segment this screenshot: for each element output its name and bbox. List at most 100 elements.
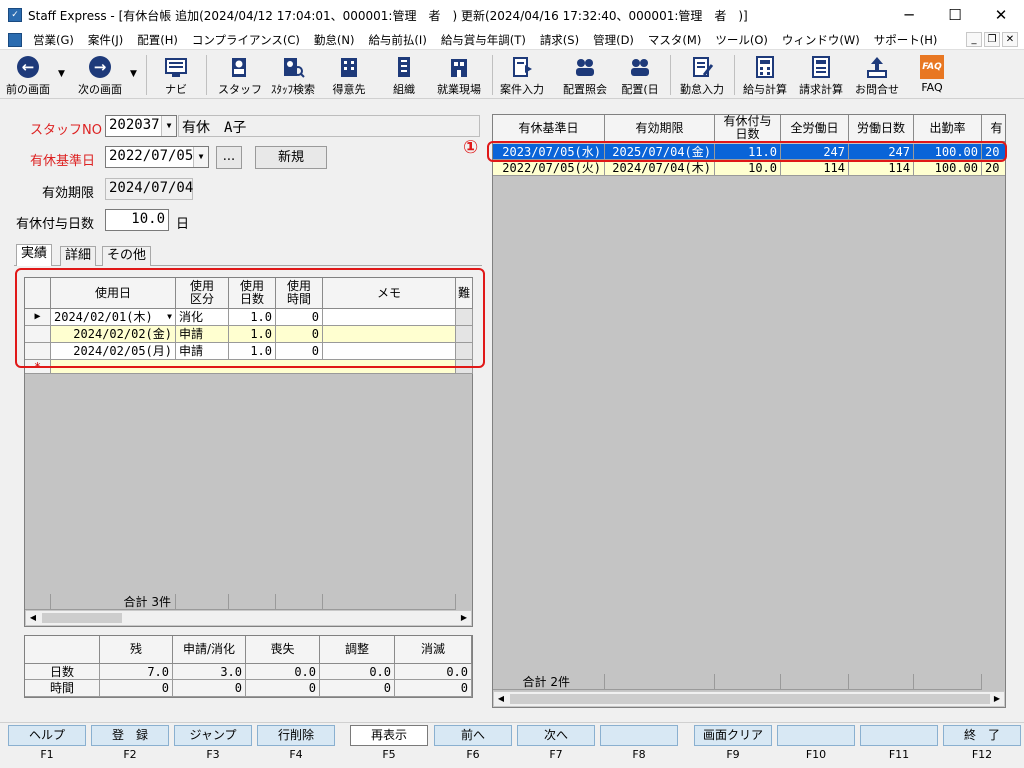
- col-header-all-workdays[interactable]: 全労働日: [781, 115, 849, 142]
- menu-case[interactable]: 案件(J): [81, 32, 130, 48]
- arrow-right-icon: →: [89, 56, 111, 78]
- f8-button[interactable]: [600, 725, 678, 746]
- worksite-button[interactable]: 就業現場: [432, 53, 486, 97]
- col-header-workdays[interactable]: 労働日数: [849, 115, 914, 142]
- mdi-minimize-button[interactable]: _: [966, 32, 982, 47]
- summary-header-lost: 喪失: [246, 636, 320, 664]
- case-input-button[interactable]: 案件入力: [496, 53, 548, 97]
- scroll-left-icon[interactable]: ◀: [26, 611, 40, 625]
- grant-valid-cell[interactable]: 2024/07/04(木): [605, 160, 715, 176]
- f2-register-button[interactable]: 登 録: [91, 725, 169, 746]
- prev-screen-label: 前の画面: [6, 83, 50, 96]
- navi-icon: [165, 58, 187, 77]
- col-header-base-date[interactable]: 有休基準日: [493, 115, 605, 142]
- chevron-down-icon[interactable]: ▼: [161, 116, 176, 136]
- grant-work-cell[interactable]: 114: [849, 160, 914, 176]
- assign-query-label: 配置照会: [563, 83, 607, 96]
- grant-more-cell[interactable]: 20: [982, 160, 1005, 176]
- f3-jump-button[interactable]: ジャンプ: [174, 725, 252, 746]
- menu-advance-pay[interactable]: 給与前払(I): [361, 32, 433, 48]
- f1-help-button[interactable]: ヘルプ: [8, 725, 86, 746]
- payroll-button[interactable]: 給与計算: [740, 53, 790, 97]
- inquiry-button[interactable]: お問合せ: [852, 53, 902, 97]
- f5-refresh-button[interactable]: 再表示: [350, 725, 428, 746]
- mdi-close-button[interactable]: ✕: [1002, 32, 1018, 47]
- grant-grid-hscroll[interactable]: ◀ ▶: [493, 691, 1005, 707]
- f7-next-button[interactable]: 次へ: [517, 725, 595, 746]
- f11-button[interactable]: [860, 725, 938, 746]
- scroll-thumb[interactable]: [42, 613, 122, 623]
- menu-admin[interactable]: 管理(D): [586, 32, 641, 48]
- assign-day-label: 配置(日: [621, 83, 659, 96]
- billing-button[interactable]: 請求計算: [796, 53, 846, 97]
- grant-all-cell[interactable]: 114: [781, 160, 849, 176]
- client-button[interactable]: 得意先: [328, 53, 370, 97]
- attendance-button[interactable]: 勤怠入力: [676, 53, 728, 97]
- f10-button[interactable]: [777, 725, 855, 746]
- browse-button[interactable]: ...: [216, 146, 242, 169]
- menu-payroll[interactable]: 給与賞与年調(T): [434, 32, 533, 48]
- toolbar-separator: [146, 55, 147, 95]
- menu-attendance[interactable]: 勤怠(N): [307, 32, 362, 48]
- prev-dropdown-icon[interactable]: ▼: [58, 69, 65, 79]
- staff-name-value: 有休 A子: [182, 120, 247, 136]
- menu-support[interactable]: サポート(H): [867, 32, 945, 48]
- f4-delete-row-button[interactable]: 行削除: [257, 725, 335, 746]
- menu-window[interactable]: ウィンドウ(W): [775, 32, 867, 48]
- close-button[interactable]: ✕: [978, 0, 1024, 30]
- menu-assign[interactable]: 配置(H): [130, 32, 185, 48]
- new-button[interactable]: 新規: [255, 146, 327, 169]
- usage-grid-hscroll[interactable]: ◀ ▶: [25, 610, 472, 626]
- assign-day-button[interactable]: 配置(日: [618, 53, 662, 97]
- staff-button[interactable]: スタッフ: [218, 53, 262, 97]
- f6-prev-button[interactable]: 前へ: [434, 725, 512, 746]
- navi-button[interactable]: ナビ: [154, 53, 198, 97]
- case-input-icon: [513, 57, 532, 77]
- staff-no-combo[interactable]: 202037 ▼: [105, 115, 177, 137]
- app-icon: ✓: [8, 8, 22, 22]
- annotation-box-left: [15, 268, 485, 368]
- assign-query-button[interactable]: 配置照会: [560, 53, 610, 97]
- scroll-right-icon[interactable]: ▶: [457, 611, 471, 625]
- total-cell: [323, 594, 456, 610]
- org-button[interactable]: 組織: [384, 53, 424, 97]
- base-date-combo[interactable]: 2022/07/05 ▼: [105, 146, 209, 168]
- grant-days-cell[interactable]: 10.0: [715, 160, 781, 176]
- col-header-valid-date[interactable]: 有効期限: [605, 115, 715, 142]
- mdi-restore-button[interactable]: ❐: [984, 32, 1000, 47]
- grant-base-cell[interactable]: 2022/07/05(火): [493, 160, 605, 176]
- tab-results[interactable]: 実績: [16, 244, 53, 266]
- summary-cell: 0.0: [246, 664, 320, 680]
- minimize-button[interactable]: ─: [886, 0, 932, 30]
- staff-search-button[interactable]: ｽﾀｯﾌ検索: [266, 53, 320, 97]
- edit-doc-icon: [693, 57, 714, 77]
- col-header-grant-days[interactable]: 有休付与 日数: [715, 115, 781, 142]
- f12-exit-button[interactable]: 終 了: [943, 725, 1021, 746]
- summary-corner: [25, 636, 100, 664]
- scroll-right-icon[interactable]: ▶: [990, 692, 1004, 706]
- scroll-left-icon[interactable]: ◀: [494, 692, 508, 706]
- next-screen-button[interactable]: → 次の画面: [72, 53, 128, 97]
- faq-button[interactable]: FAQ FAQ: [912, 53, 952, 97]
- menu-master[interactable]: マスタ(M): [641, 32, 708, 48]
- menu-tools[interactable]: ツール(O): [708, 32, 775, 48]
- chevron-down-icon[interactable]: ▼: [193, 147, 208, 167]
- prev-screen-button[interactable]: ← 前の画面: [2, 53, 54, 97]
- scroll-thumb[interactable]: [510, 694, 990, 704]
- f9-clear-button[interactable]: 画面クリア: [694, 725, 772, 746]
- menu-compliance[interactable]: コンプライアンス(C): [185, 32, 307, 48]
- tab-other[interactable]: その他: [102, 246, 152, 266]
- f10-key-label: F10: [805, 748, 827, 761]
- menu-sales[interactable]: 営業(G): [26, 32, 81, 48]
- next-dropdown-icon[interactable]: ▼: [130, 69, 137, 79]
- col-header-attendance-rate[interactable]: 出勤率: [914, 115, 982, 142]
- grant-rate-cell[interactable]: 100.00: [914, 160, 982, 176]
- maximize-button[interactable]: ☐: [932, 0, 978, 30]
- col-header-more[interactable]: 有: [982, 115, 1005, 142]
- grant-days-input[interactable]: 10.0: [105, 209, 169, 231]
- annotation-box-right: [487, 141, 1007, 162]
- mdi-child-icon[interactable]: [8, 32, 22, 47]
- tab-detail[interactable]: 詳細: [60, 246, 97, 266]
- menu-billing[interactable]: 請求(S): [533, 32, 586, 48]
- staff-icon: [232, 58, 246, 77]
